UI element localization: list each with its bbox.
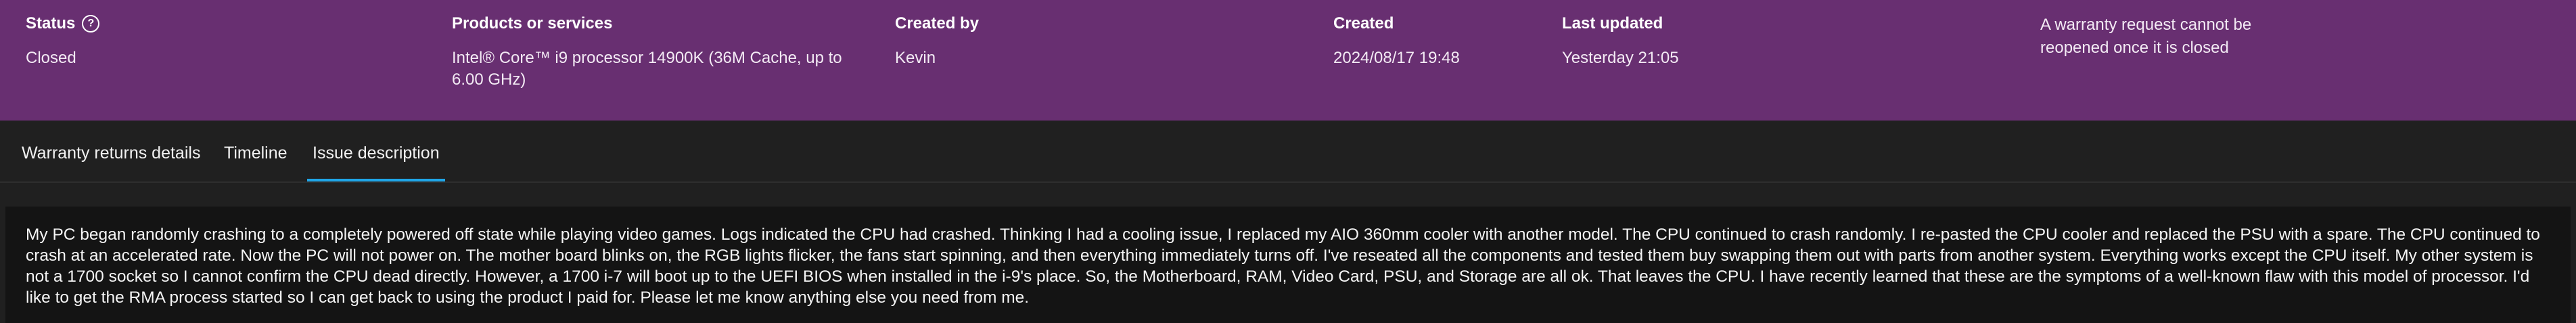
status-label: Status	[26, 14, 76, 33]
issue-description-text: My PC began randomly crashing to a compl…	[5, 207, 2571, 323]
created-by-label: Created by	[895, 14, 980, 33]
created-by-field: Created by Kevin	[895, 12, 979, 69]
status-value: Closed	[26, 49, 76, 67]
reopen-note: A warranty request cannot be reopened on…	[2040, 16, 2252, 57]
created-by-value: Kevin	[895, 49, 936, 67]
created-value: 2024/08/17 19:48	[1333, 49, 1460, 67]
tab-bar: Warranty returns details Timeline Issue …	[0, 121, 2576, 183]
products-field: Products or services Intel® Core™ i9 pro…	[452, 12, 871, 91]
products-value: Intel® Core™ i9 processor 14900K (36M Ca…	[452, 49, 842, 89]
last-updated-field: Last updated Yesterday 21:05	[1562, 12, 1679, 69]
warranty-request-header: Status ? Closed Products or services Int…	[0, 0, 2576, 121]
tab-warranty-returns-details[interactable]: Warranty returns details	[16, 121, 206, 180]
status-field: Status ? Closed	[26, 12, 100, 69]
tab-timeline[interactable]: Timeline	[218, 121, 293, 180]
last-updated-value: Yesterday 21:05	[1562, 49, 1679, 67]
help-circle-icon[interactable]: ?	[82, 15, 100, 33]
created-label: Created	[1333, 14, 1394, 33]
products-label: Products or services	[452, 14, 613, 33]
tab-issue-description[interactable]: Issue description	[307, 121, 445, 181]
created-field: Created 2024/08/17 19:48	[1333, 12, 1460, 69]
last-updated-label: Last updated	[1562, 14, 1663, 33]
